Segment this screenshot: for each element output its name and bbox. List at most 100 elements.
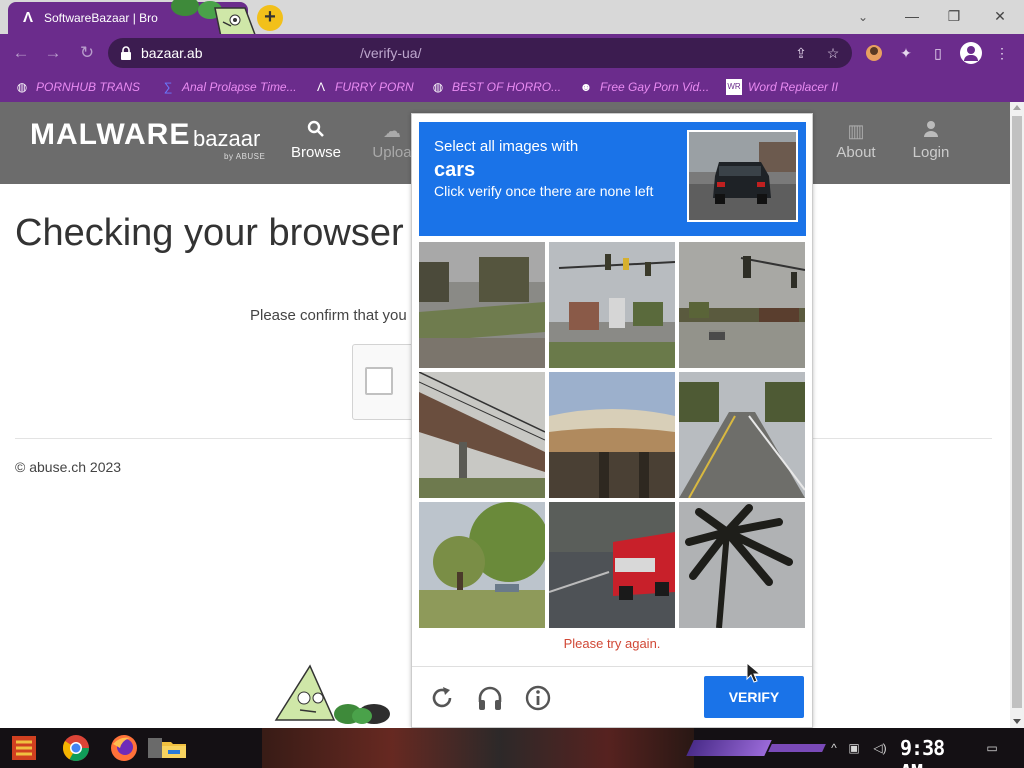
captcha-tile-6[interactable] — [679, 372, 805, 498]
building-icon: ▥ — [847, 121, 865, 141]
captcha-sample-image — [687, 130, 798, 222]
captcha-tile-2[interactable] — [549, 242, 675, 368]
captcha-tile-1[interactable] — [419, 242, 545, 368]
logo-sub[interactable]: bazaar — [193, 126, 260, 152]
wr-icon: WR — [726, 78, 742, 95]
globe-icon: ◍ — [432, 79, 444, 94]
captcha-subinstruction: Click verify once there are none left — [434, 183, 654, 199]
scroll-down-arrow-icon[interactable] — [1013, 719, 1021, 724]
lock-icon — [121, 46, 131, 60]
menu-kebab-icon[interactable]: ⋮ — [992, 43, 1012, 63]
nav-upload[interactable]: ☁ Uploa — [372, 120, 412, 170]
captcha-tile-3[interactable] — [679, 242, 805, 368]
globe-icon: ◍ — [16, 79, 28, 94]
mascot-icon: ☻ — [579, 79, 593, 94]
bookmark-label: FURRY PORN — [335, 79, 414, 94]
confirm-text: Please confirm that you — [250, 307, 407, 324]
scroll-up-arrow-icon[interactable] — [1013, 105, 1021, 110]
nav-label: Browse — [290, 144, 342, 161]
nav-about[interactable]: ▥ About — [830, 120, 882, 170]
folder-icon[interactable] — [160, 734, 188, 762]
url-path: /verify-ua/ — [360, 45, 422, 61]
star-icon[interactable]: ☆ — [824, 44, 842, 62]
taskbar-wallpaper — [262, 728, 694, 768]
reload-icon[interactable] — [428, 684, 456, 712]
logo-main[interactable]: MALWARE — [30, 118, 190, 152]
taskbar-decoration — [686, 740, 772, 756]
bookmark-item[interactable]: ◍ BEST OF HORRO... — [430, 78, 561, 96]
forward-arrow-icon[interactable]: → — [42, 43, 64, 63]
bookmark-label: Free Gay Porn Vid... — [600, 79, 710, 94]
taskbar-clock[interactable]: 9:38 AM — [900, 736, 964, 768]
upload-icon: ☁ — [383, 121, 401, 141]
address-bar[interactable]: bazaar.ab /verify-ua/ ⇪ ☆ — [108, 38, 852, 68]
lambda-icon: Λ — [316, 79, 325, 94]
chrome-icon[interactable] — [62, 734, 90, 762]
bookmark-label: PORNHUB TRANS — [36, 79, 141, 94]
taskbar-decoration — [768, 744, 826, 752]
info-icon[interactable] — [524, 684, 552, 712]
nav-label: Login — [912, 144, 950, 161]
side-panel-icon[interactable]: ▯ — [928, 43, 948, 63]
headphones-icon[interactable] — [476, 684, 504, 712]
close-window-button[interactable]: ✕ — [980, 4, 1020, 28]
lambda-icon: Λ — [22, 9, 33, 26]
share-icon[interactable]: ⇪ — [792, 44, 810, 62]
minimize-button[interactable]: — — [892, 4, 932, 28]
bookmark-item[interactable]: WR Word Replacer II — [726, 78, 838, 96]
captcha-error-message: Please try again. — [563, 636, 661, 651]
taskbar: ^ ▣ ◁) 9:38 AM ▭ — [0, 728, 1024, 768]
profile-avatar[interactable] — [960, 42, 982, 64]
desktop-screen: Λ SoftwareBazaar | Bro + ⌄ — ❐ ✕ ← → ↻ b… — [0, 0, 1024, 768]
tray-chevron-icon[interactable]: ^ — [826, 740, 842, 756]
captcha-tile-4[interactable] — [419, 372, 545, 498]
extension-avatar-icon[interactable] — [864, 43, 884, 63]
bookmarks-bar: ◍ PORNHUB TRANS ∑ Anal Prolapse Time... ΛF… — [0, 72, 1024, 102]
browser-toolbar: ← → ↻ bazaar.ab /verify-ua/ ⇪ ☆ ✦ ▯ ⋮ — [0, 34, 1024, 72]
start-icon[interactable] — [10, 734, 38, 762]
tab-title: SoftwareBazaar | Bro — [44, 11, 158, 25]
captcha-tile-9[interactable] — [679, 502, 805, 628]
bookmark-label: BEST OF HORRO... — [452, 79, 562, 94]
captcha-tile-7[interactable] — [419, 502, 545, 628]
bracket-icon: ∑ — [163, 79, 173, 94]
nav-login[interactable]: Login — [908, 120, 954, 170]
new-tab-button[interactable]: + — [257, 5, 283, 31]
captcha-keyword: cars — [434, 159, 476, 181]
mouse-cursor-icon — [746, 662, 762, 683]
nav-label: Uploa — [372, 144, 412, 161]
bookmark-item[interactable]: ☻ Free Gay Porn Vid... — [578, 78, 710, 96]
reload-icon[interactable]: ↻ — [76, 43, 98, 63]
nav-label: About — [836, 144, 876, 161]
mascot-sticker-icon — [274, 664, 390, 724]
notifications-icon[interactable]: ▭ — [984, 740, 1000, 756]
user-icon — [908, 120, 954, 142]
volume-icon[interactable]: ◁) — [872, 740, 888, 756]
back-arrow-icon[interactable]: ← — [10, 43, 32, 63]
page-title: Checking your browser — [15, 212, 404, 254]
bookmark-label: Anal Prolapse Time... — [182, 79, 297, 94]
bookmark-label: Word Replacer II — [748, 79, 839, 94]
bookmark-item[interactable]: Λ FURRY PORN — [313, 78, 414, 96]
logo-byline: by ABUSE — [224, 152, 266, 161]
restore-button[interactable]: ❐ — [934, 4, 974, 28]
bookmark-item[interactable]: ∑ Anal Prolapse Time... — [160, 78, 297, 96]
footer-copyright: © abuse.ch 2023 — [15, 459, 122, 475]
captcha-challenge: Select all images with cars Click verify… — [411, 113, 813, 728]
nav-browse[interactable]: Browse — [288, 120, 344, 170]
scroll-thumb[interactable] — [1012, 116, 1022, 708]
captcha-tile-8[interactable] — [549, 502, 675, 628]
extensions-puzzle-icon[interactable]: ✦ — [896, 43, 916, 63]
captcha-header: Select all images with cars Click verify… — [419, 122, 806, 236]
captcha-tile-5[interactable] — [549, 372, 675, 498]
url-host: bazaar.ab — [141, 45, 203, 61]
tab-search-chevron-icon[interactable]: ⌄ — [853, 8, 873, 26]
recaptcha-checkbox[interactable] — [365, 367, 393, 395]
firefox-icon[interactable] — [110, 734, 138, 762]
search-icon — [288, 120, 344, 142]
tab-bar: Λ SoftwareBazaar | Bro + ⌄ — ❐ ✕ — [0, 0, 1024, 58]
network-icon[interactable]: ▣ — [846, 740, 862, 756]
captcha-instruction: Select all images with — [434, 138, 579, 155]
page-scrollbar[interactable] — [1010, 102, 1024, 728]
bookmark-item[interactable]: ◍ PORNHUB TRANS — [14, 78, 140, 96]
